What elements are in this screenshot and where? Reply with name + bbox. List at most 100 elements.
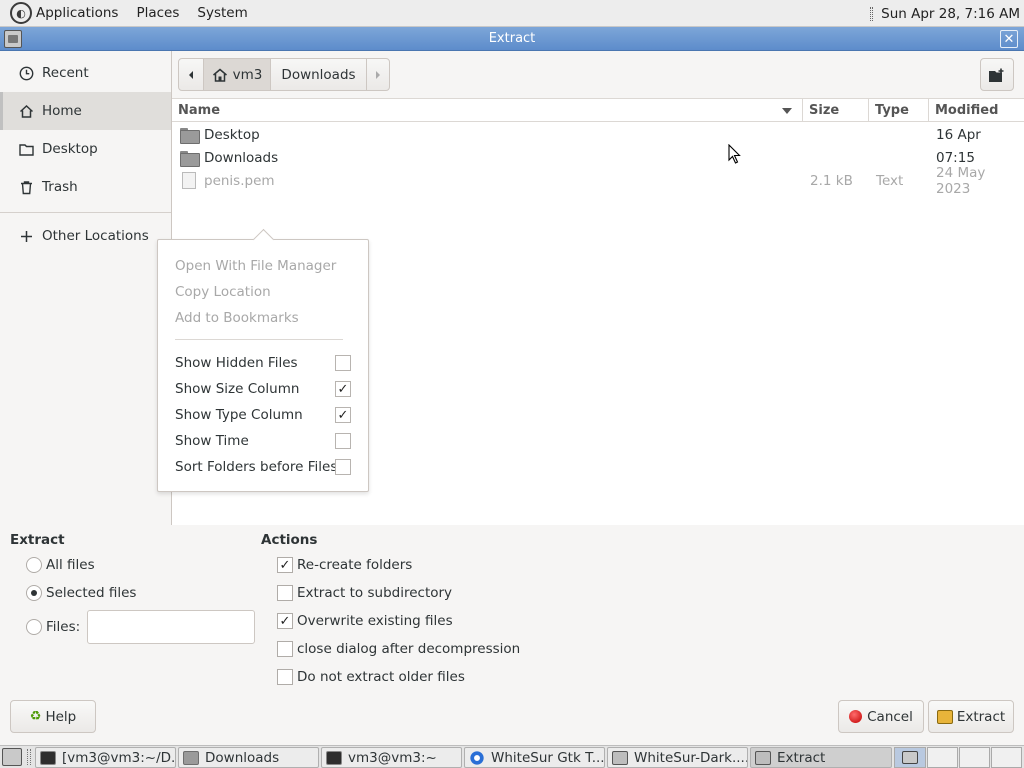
menu-system[interactable]: System [188,5,256,21]
help-label: Help [45,708,77,725]
all-files-label[interactable]: All files [46,557,95,573]
show-size-column-checkbox[interactable]: ✓ [335,381,351,397]
selected-files-radio[interactable] [26,585,42,601]
workspace-3[interactable] [959,747,990,768]
cancel-button[interactable]: Cancel [838,700,924,733]
column-label: Size [809,103,840,118]
file-type: Text [876,172,904,189]
taskbar-item-archive-whitesur[interactable]: WhiteSur-Dark.... [607,747,748,768]
extract-heading: Extract [10,532,65,548]
file-modified: 24 May 2023 [936,164,986,197]
file-name: Desktop [204,126,260,143]
menu-item-add-to-bookmarks: Add to Bookmarks [175,310,299,326]
path-button-downloads[interactable]: Downloads [270,58,367,91]
window-title: Extract [488,31,536,46]
taskbar-item-extract[interactable]: Extract [750,747,892,768]
actions-heading: Actions [261,532,318,548]
extract-to-subdirectory-checkbox[interactable] [277,585,293,601]
path-home-label: vm3 [232,66,263,83]
folder-icon [183,750,199,765]
all-files-radio[interactable] [26,557,42,573]
chevron-left-icon [189,70,193,79]
show-hidden-files-checkbox[interactable] [335,355,351,371]
close-button[interactable]: ✕ [1000,30,1018,48]
sidebar-item-recent[interactable]: Recent [0,54,171,92]
workspace-4[interactable] [991,747,1022,768]
column-name[interactable]: Name [172,99,803,122]
close-dialog-checkbox[interactable] [277,641,293,657]
file-row[interactable]: Desktop 16 Apr [172,123,1024,146]
plus-icon [18,228,34,244]
sidebar-item-label: Trash [42,179,78,195]
places-sidebar: Recent Home Desktop Trash Other Location… [0,51,172,525]
do-not-extract-older-checkbox[interactable] [277,669,293,685]
sidebar-item-home[interactable]: Home [0,92,171,130]
file-row[interactable]: Downloads 07:15 [172,146,1024,169]
folder-icon [18,141,34,157]
recreate-folders-checkbox[interactable]: ✓ [277,557,293,573]
menu-item-copy-location: Copy Location [175,284,271,300]
path-button-home[interactable]: vm3 [203,58,271,91]
menu-places[interactable]: Places [127,5,188,21]
sidebar-item-trash[interactable]: Trash [0,168,171,206]
selected-files-label[interactable]: Selected files [46,585,136,601]
file-row[interactable]: penis.pem 2.1 kB Text 24 May 2023 [172,164,1024,197]
path-bar: vm3 Downloads [172,51,1024,98]
workspace-2[interactable] [927,747,958,768]
help-button[interactable]: ♻ Help [10,700,96,733]
archive-icon [612,750,628,765]
top-panel: ◐ Applications Places System Sun Apr 28,… [0,0,1024,27]
menu-applications[interactable]: Applications [32,5,127,21]
clock-area: Sun Apr 28, 7:16 AM [870,0,1020,27]
sidebar-item-desktop[interactable]: Desktop [0,130,171,168]
overwrite-existing-label[interactable]: Overwrite existing files [297,613,453,629]
file-name: penis.pem [204,172,275,189]
toggle-sort-folders-before-files[interactable]: Sort Folders before Files [175,456,337,478]
taskbar: [vm3@vm3:~/D... Downloads vm3@vm3:~ Whit… [0,745,1024,768]
sort-folders-before-files-checkbox[interactable] [335,459,351,475]
files-pattern-label[interactable]: Files: [46,619,80,635]
path-scroll-left-button[interactable] [178,58,204,91]
extract-button[interactable]: Extract [928,700,1014,733]
toggle-show-time[interactable]: Show Time [175,430,249,452]
mouse-pointer-icon [728,144,741,164]
recreate-folders-label[interactable]: Re-create folders [297,557,412,573]
sidebar-item-label: Desktop [42,141,98,157]
path-scroll-right-button[interactable] [366,58,390,91]
column-type[interactable]: Type [869,99,929,122]
taskbar-item-browser[interactable]: WhiteSur Gtk T... [464,747,605,768]
show-time-checkbox[interactable] [335,433,351,449]
toggle-show-size-column[interactable]: Show Size Column [175,378,299,400]
clock[interactable]: Sun Apr 28, 7:16 AM [881,6,1020,22]
taskbar-item-terminal-downloads[interactable]: [vm3@vm3:~/D... [35,747,176,768]
overwrite-existing-checkbox[interactable]: ✓ [277,613,293,629]
file-size: 2.1 kB [810,172,853,189]
files-pattern-input[interactable] [87,610,255,644]
show-type-column-checkbox[interactable]: ✓ [335,407,351,423]
distro-logo-icon[interactable]: ◐ [10,2,32,24]
extract-to-subdirectory-label[interactable]: Extract to subdirectory [297,585,452,601]
taskbar-item-label: [vm3@vm3:~/D... [62,749,176,766]
taskbar-item-terminal-home[interactable]: vm3@vm3:~ [321,747,462,768]
sort-arrow-icon [782,108,792,114]
window-menu-icon[interactable] [4,30,22,48]
terminal-icon [326,750,342,765]
folder-icon [180,127,200,144]
window-titlebar[interactable]: Extract ✕ [0,27,1024,51]
taskbar-item-label: vm3@vm3:~ [348,749,437,766]
new-folder-button[interactable] [980,58,1014,91]
do-not-extract-older-label[interactable]: Do not extract older files [297,669,465,685]
show-desktop-icon[interactable] [2,748,22,766]
column-size[interactable]: Size [803,99,869,122]
trash-icon [18,179,34,195]
taskbar-item-downloads[interactable]: Downloads [178,747,319,768]
sidebar-item-other-locations[interactable]: Other Locations [0,217,171,255]
toggle-show-hidden-files[interactable]: Show Hidden Files [175,352,298,374]
close-dialog-label[interactable]: close dialog after decompression [297,641,520,657]
cancel-label: Cancel [867,708,913,725]
column-modified[interactable]: Modified [929,99,1024,122]
toggle-show-type-column[interactable]: Show Type Column [175,404,303,426]
files-pattern-radio[interactable] [26,619,42,635]
folder-icon [180,150,200,167]
workspace-1[interactable] [894,747,926,768]
